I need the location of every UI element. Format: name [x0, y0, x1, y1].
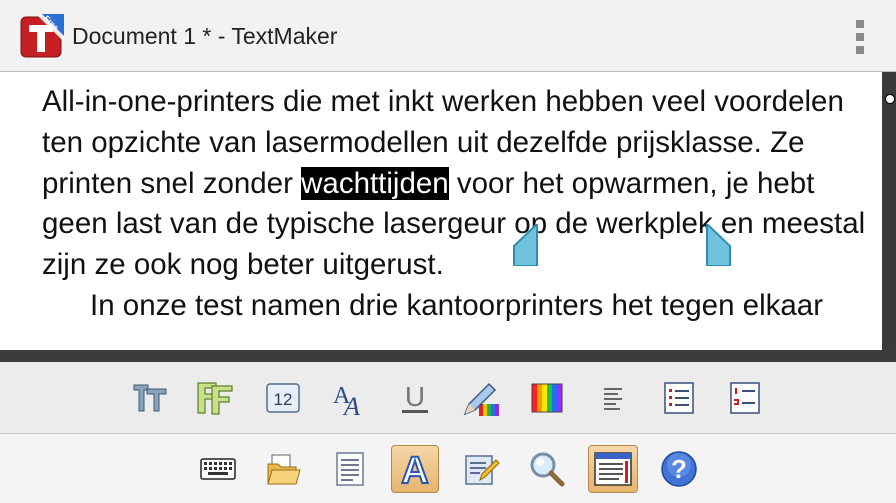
- selection-end-handle[interactable]: [706, 221, 732, 267]
- align-left-icon[interactable]: [593, 378, 633, 418]
- horizontal-divider: [0, 350, 896, 362]
- selection-start-handle[interactable]: [512, 221, 538, 267]
- bullet-list-icon[interactable]: [659, 378, 699, 418]
- help-icon[interactable]: ?: [657, 446, 701, 492]
- highlight-color-icon[interactable]: [527, 378, 567, 418]
- edit-icon[interactable]: [460, 446, 504, 492]
- paragraph-1[interactable]: All-in-one-printers die met inkt werken …: [42, 82, 872, 286]
- svg-text:A: A: [342, 392, 360, 417]
- window-title: Document 1 * - TextMaker: [72, 23, 338, 49]
- svg-text:?: ?: [671, 454, 687, 484]
- numbered-list-icon[interactable]: [725, 378, 765, 418]
- format-toolbar: 12 AA U: [0, 362, 896, 434]
- svg-text:A: A: [401, 450, 428, 489]
- text-color-icon[interactable]: [461, 378, 501, 418]
- view-icon[interactable]: [588, 445, 638, 493]
- underline-icon[interactable]: U: [395, 378, 435, 418]
- font-size-icon[interactable]: [130, 378, 170, 418]
- overflow-menu-icon[interactable]: [852, 20, 866, 54]
- document-area[interactable]: All-in-one-printers die met inkt werken …: [0, 72, 896, 355]
- font-icon[interactable]: [196, 378, 236, 418]
- format-toolbar-icon[interactable]: A: [391, 445, 439, 493]
- search-icon[interactable]: [525, 446, 569, 492]
- file-open-icon[interactable]: [262, 446, 306, 492]
- document-icon[interactable]: [328, 446, 372, 492]
- character-format-icon[interactable]: AA: [329, 378, 369, 418]
- title-bar: Free Document 1 * - TextMaker: [0, 0, 896, 72]
- textmaker-app-icon[interactable]: Free: [20, 14, 64, 58]
- svg-text:12: 12: [274, 390, 293, 409]
- document-text[interactable]: All-in-one-printers die met inkt werken …: [42, 82, 872, 327]
- scroll-thumb[interactable]: [885, 94, 895, 104]
- selected-text[interactable]: wachttijden: [301, 166, 449, 200]
- paragraph-2[interactable]: In onze test namen drie kantoorprinters …: [42, 286, 872, 327]
- svg-text:U: U: [405, 381, 425, 412]
- vertical-scrollbar[interactable]: [882, 72, 896, 355]
- main-toolbar: A ?: [0, 434, 896, 503]
- keyboard-icon[interactable]: [196, 446, 240, 492]
- point-size-icon[interactable]: 12: [263, 378, 303, 418]
